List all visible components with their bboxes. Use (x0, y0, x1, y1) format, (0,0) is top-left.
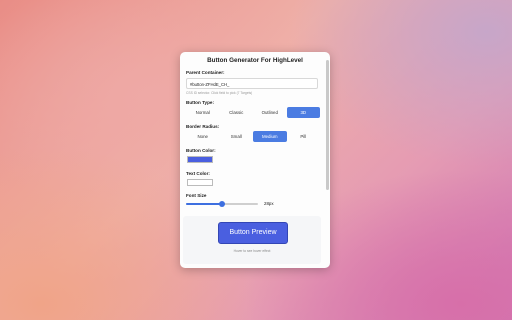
button-generator-panel: Button Generator For HighLevel Parent Co… (180, 52, 330, 268)
font-size-label: Font Size (186, 193, 207, 198)
border-radius-selector: None Small Medium Pill (186, 131, 320, 142)
font-size-slider-thumb[interactable] (219, 201, 225, 207)
button-type-selector: Normal Classic Outlined 3D (186, 107, 320, 118)
parent-container-hint: CSS ID selector. Click field to pick (7 … (186, 91, 253, 95)
border-radius-none[interactable]: None (186, 131, 220, 142)
border-radius-medium[interactable]: Medium (253, 131, 287, 142)
font-size-value: 28px (264, 201, 274, 206)
parent-container-label: Parent Container: (186, 70, 225, 75)
font-size-slider-fill (186, 203, 222, 205)
button-color-picker[interactable] (187, 156, 213, 163)
text-color-label: Text Color: (186, 171, 210, 176)
font-size-slider[interactable] (186, 201, 258, 207)
border-radius-label: Border Radius: (186, 124, 220, 129)
button-type-label: Button Type: (186, 100, 214, 105)
button-color-label: Button Color: (186, 148, 216, 153)
border-radius-pill[interactable]: Pill (287, 131, 321, 142)
button-type-outlined[interactable]: Outlined (253, 107, 287, 118)
border-radius-small[interactable]: Small (220, 131, 254, 142)
panel-title: Button Generator For HighLevel (207, 57, 303, 64)
scrollbar[interactable] (326, 60, 329, 190)
text-color-picker[interactable] (187, 179, 213, 186)
button-type-normal[interactable]: Normal (186, 107, 220, 118)
preview-area: Button Preview Hover to see hover effect (183, 216, 321, 264)
button-type-3d[interactable]: 3D (286, 107, 320, 118)
preview-button[interactable]: Button Preview (218, 222, 288, 244)
parent-container-input[interactable]: #button-ZFHdE_CH_ (186, 78, 318, 89)
preview-hint: Hover to see hover effect (233, 249, 271, 253)
button-type-classic[interactable]: Classic (220, 107, 254, 118)
